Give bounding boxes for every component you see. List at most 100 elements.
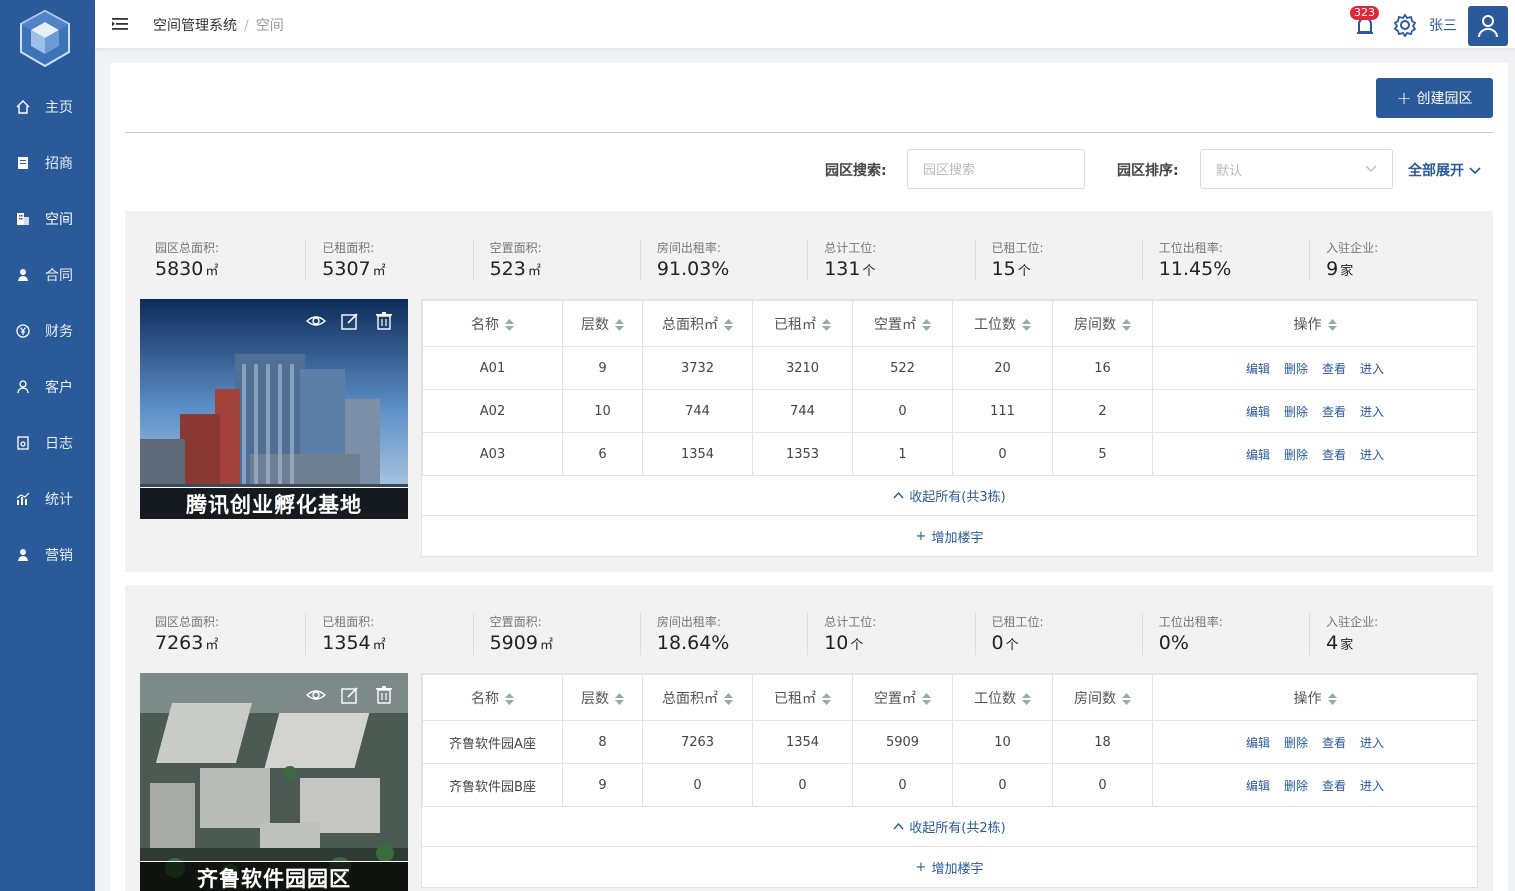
row-action-0[interactable]: 编辑 <box>1246 448 1270 462</box>
row-action-3[interactable]: 进入 <box>1360 736 1384 750</box>
row-action-3[interactable]: 进入 <box>1360 362 1384 376</box>
column-header[interactable]: 操作 <box>1152 674 1478 721</box>
add-building-button[interactable]: + 增加楼宇 <box>422 847 1477 887</box>
sort-icon <box>916 317 931 333</box>
stat-number: 5307 <box>322 258 371 280</box>
row-action-2[interactable]: 查看 <box>1322 779 1346 793</box>
column-header[interactable]: 名称 <box>422 674 563 721</box>
column-header[interactable]: 已租㎡ <box>752 674 853 721</box>
sort-icon <box>718 691 733 707</box>
park-sort-select[interactable]: 默认 <box>1200 149 1393 189</box>
park-image[interactable]: 齐鲁软件园园区 <box>140 673 408 891</box>
stat-item: 工位出租率: 11.45% <box>1129 239 1296 283</box>
stat-value: 9家 <box>1326 258 1463 280</box>
column-header[interactable]: 已租㎡ <box>752 300 853 347</box>
column-header[interactable]: 层数 <box>562 300 643 347</box>
column-header-label: 名称 <box>471 690 499 707</box>
stat-label: 园区总面积: <box>155 241 220 255</box>
table-row: A03 6 1354 1353 1 0 5 编辑 删除 查看 进入 <box>422 432 1478 476</box>
column-header[interactable]: 名称 <box>422 300 563 347</box>
row-action-1[interactable]: 删除 <box>1284 362 1308 376</box>
row-action-0[interactable]: 编辑 <box>1246 362 1270 376</box>
column-header[interactable]: 房间数 <box>1052 674 1153 721</box>
username[interactable]: 张三 <box>1429 15 1457 35</box>
stat-number: 131 <box>824 258 861 280</box>
row-action-3[interactable]: 进入 <box>1360 405 1384 419</box>
menu-toggle-icon[interactable] <box>111 15 129 33</box>
row-action-1[interactable]: 删除 <box>1284 779 1308 793</box>
stat-value: 523 ㎡ <box>490 258 627 280</box>
stat-item: 房间出租率: 91.03% <box>627 239 794 283</box>
table-cell: 0 <box>1052 763 1153 807</box>
user-icon <box>14 266 32 284</box>
stat-unit: 个 <box>850 638 864 653</box>
column-header-label: 已租㎡ <box>774 690 816 707</box>
stat-number: 9 <box>1326 258 1339 280</box>
sidebar-item-label: 招商 <box>45 156 73 172</box>
row-action-3[interactable]: 进入 <box>1360 448 1384 462</box>
plus-icon: + <box>915 528 927 544</box>
table-cell: A01 <box>422 346 563 390</box>
avatar[interactable] <box>1468 6 1508 46</box>
sidebar-item-7[interactable]: 统计 <box>0 471 95 527</box>
sidebar-item-0[interactable]: 主页 <box>0 79 95 135</box>
park-image[interactable]: 腾讯创业孵化基地 <box>140 299 408 519</box>
breadcrumb-root[interactable]: 空间管理系统 <box>153 18 237 34</box>
row-action-1[interactable]: 删除 <box>1284 448 1308 462</box>
column-header[interactable]: 总面积㎡ <box>642 300 753 347</box>
document-icon <box>14 154 32 172</box>
stat-number: 7263 <box>155 632 204 654</box>
sidebar-item-4[interactable]: 财务 <box>0 303 95 359</box>
expand-all-label: 全部展开 <box>1408 163 1464 179</box>
row-action-2[interactable]: 查看 <box>1322 736 1346 750</box>
table-cell: 0 <box>852 763 953 807</box>
table-cell: 5 <box>1052 432 1153 476</box>
stat-label: 入驻企业: <box>1326 241 1379 255</box>
column-header[interactable]: 空置㎡ <box>852 300 953 347</box>
column-header[interactable]: 工位数 <box>952 674 1053 721</box>
row-action-3[interactable]: 进入 <box>1360 779 1384 793</box>
sidebar-item-3[interactable]: 合同 <box>0 247 95 303</box>
sidebar-item-8[interactable]: 营销 <box>0 527 95 583</box>
column-header[interactable]: 层数 <box>562 674 643 721</box>
row-action-2[interactable]: 查看 <box>1322 362 1346 376</box>
table-cell: 522 <box>852 346 953 390</box>
sort-icon <box>609 691 624 707</box>
trash-icon[interactable] <box>374 311 394 331</box>
row-action-0[interactable]: 编辑 <box>1246 736 1270 750</box>
table-cell: 7263 <box>642 720 753 764</box>
row-action-2[interactable]: 查看 <box>1322 448 1346 462</box>
sidebar-item-1[interactable]: 招商 <box>0 135 95 191</box>
park-name: 齐鲁软件园园区 <box>140 861 408 891</box>
sidebar-item-6[interactable]: 日志 <box>0 415 95 471</box>
add-building-button[interactable]: + 增加楼宇 <box>422 516 1477 556</box>
view-icon[interactable] <box>306 685 326 705</box>
row-action-1[interactable]: 删除 <box>1284 405 1308 419</box>
sidebar-item-2[interactable]: 空间 <box>0 191 95 247</box>
stat-item: 总计工位: 131 个 <box>794 239 961 283</box>
sort-icon <box>916 691 931 707</box>
collapse-all-link[interactable]: 收起所有(共3栋) <box>422 476 1477 516</box>
collapse-all-link[interactable]: 收起所有(共2栋) <box>422 807 1477 847</box>
expand-all-link[interactable]: 全部展开 <box>1408 160 1481 180</box>
row-action-2[interactable]: 查看 <box>1322 405 1346 419</box>
stat-label: 园区总面积: <box>155 615 220 629</box>
edit-icon[interactable] <box>340 685 360 705</box>
sort-icon <box>816 691 831 707</box>
logo[interactable] <box>17 8 73 70</box>
create-park-button[interactable]: + 创建园区 <box>1376 78 1493 118</box>
edit-icon[interactable] <box>340 311 360 331</box>
row-action-0[interactable]: 编辑 <box>1246 779 1270 793</box>
trash-icon[interactable] <box>374 685 394 705</box>
gear-icon[interactable] <box>1393 13 1417 38</box>
column-header[interactable]: 操作 <box>1152 300 1478 347</box>
row-action-0[interactable]: 编辑 <box>1246 405 1270 419</box>
row-action-1[interactable]: 删除 <box>1284 736 1308 750</box>
sidebar-item-5[interactable]: 客户 <box>0 359 95 415</box>
column-header[interactable]: 房间数 <box>1052 300 1153 347</box>
park-search-input[interactable] <box>907 149 1085 189</box>
column-header[interactable]: 总面积㎡ <box>642 674 753 721</box>
column-header[interactable]: 工位数 <box>952 300 1053 347</box>
column-header[interactable]: 空置㎡ <box>852 674 953 721</box>
view-icon[interactable] <box>306 311 326 331</box>
